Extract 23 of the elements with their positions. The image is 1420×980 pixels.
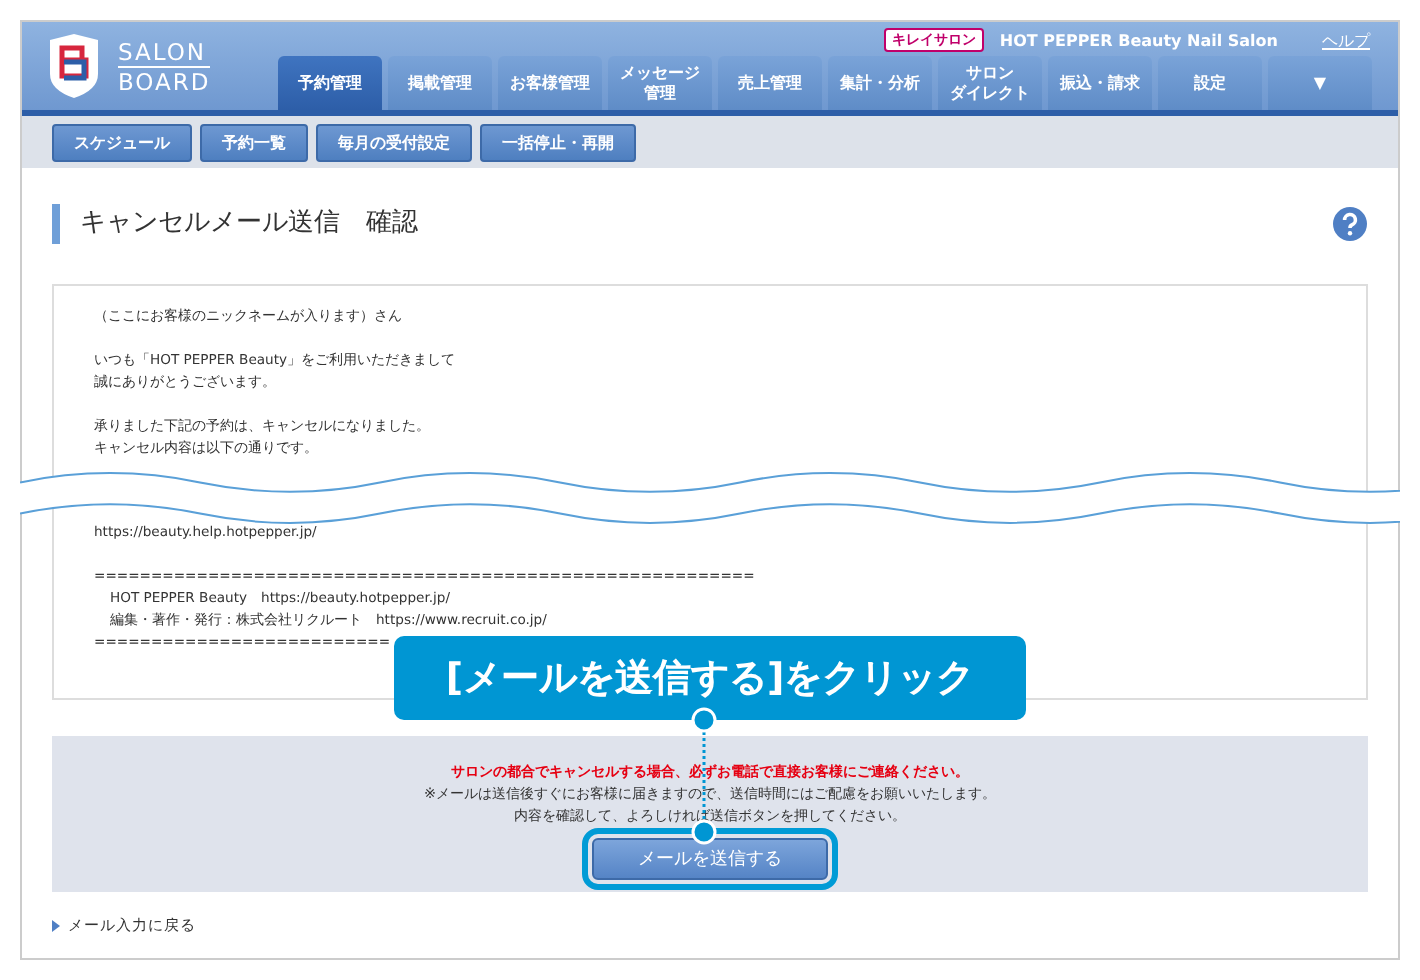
nav-tab[interactable]: 振込・請求 (1048, 56, 1152, 110)
sub-tab[interactable]: 毎月の受付設定 (316, 123, 472, 161)
nav-tab[interactable]: 売上管理 (718, 56, 822, 110)
nav-tab[interactable]: メッセージ 管理 (608, 56, 712, 110)
nav-tab[interactable]: お客様管理 (498, 56, 602, 110)
logo-text: SALON (118, 37, 211, 67)
nav-tab[interactable]: 集計・分析 (828, 56, 932, 110)
sub-tab[interactable]: 一括停止・再開 (480, 123, 636, 161)
logo-text: BOARD (118, 67, 211, 95)
triangle-icon (52, 920, 60, 932)
nav-tab[interactable]: 予約管理 (278, 56, 382, 110)
help-icon[interactable] (1332, 206, 1368, 242)
sub-tab[interactable]: スケジュール (52, 123, 192, 161)
nav-tab[interactable]: 掲載管理 (388, 56, 492, 110)
help-link[interactable]: ヘルプ (1322, 29, 1370, 51)
page-title: キャンセルメール送信 確認 (52, 204, 418, 244)
nav-tab[interactable]: サロン ダイレクト (938, 56, 1042, 110)
salon-name: HOT PEPPER Beauty Nail Salon (999, 31, 1278, 49)
nav-tab[interactable]: 設定 (1158, 56, 1262, 110)
sub-tab[interactable]: 予約一覧 (200, 123, 308, 161)
callout-label: [メールを送信する]をクリック (394, 636, 1026, 720)
logo-icon (46, 34, 102, 98)
nav-tab[interactable]: ▼ (1268, 56, 1372, 110)
